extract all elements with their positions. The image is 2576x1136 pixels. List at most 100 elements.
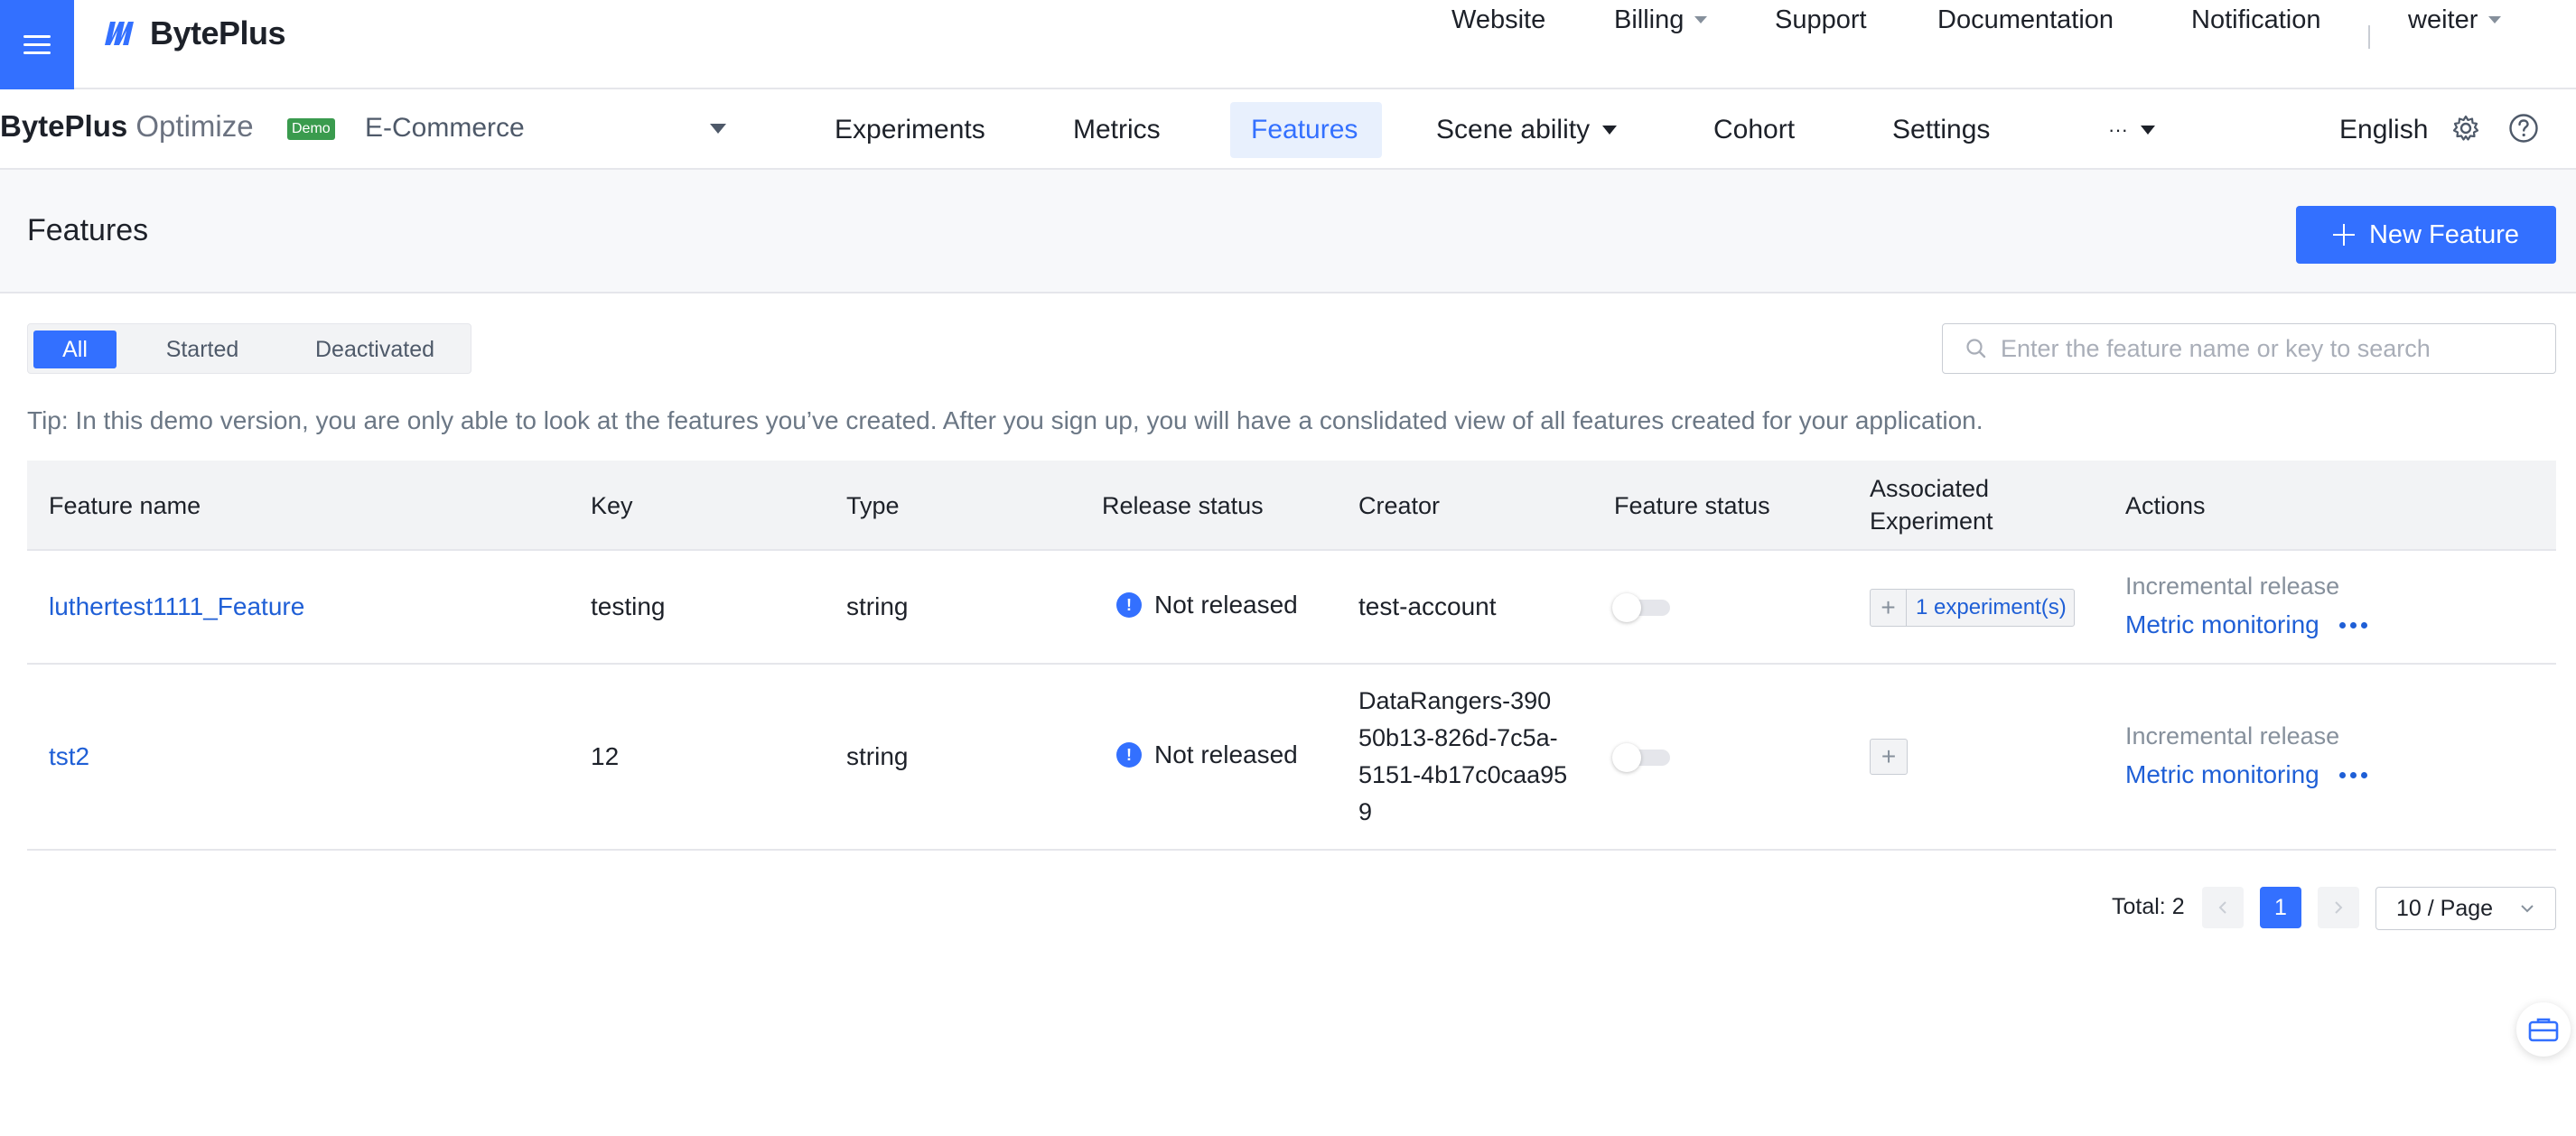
product-name-light: Optimize xyxy=(135,109,254,143)
info-icon: ! xyxy=(1116,742,1142,768)
metric-monitoring-link[interactable]: Metric monitoring xyxy=(2125,760,2319,789)
top-header: BytePlus Website Billing Support Documen… xyxy=(0,0,2576,89)
caret-down-icon xyxy=(1694,16,1708,23)
release-status-label: Not released xyxy=(1154,740,1298,768)
feature-key: testing xyxy=(591,592,666,620)
status-filter: All Started Deactivated xyxy=(27,323,471,374)
nav-notification[interactable]: Notification xyxy=(2191,5,2320,35)
feature-status-toggle[interactable] xyxy=(1612,593,1670,622)
prev-page-button[interactable] xyxy=(2202,887,2244,928)
search-input[interactable] xyxy=(2001,334,2543,363)
plus-icon xyxy=(2332,224,2355,246)
associated-experiment-tag[interactable]: + 1 experiment(s) xyxy=(1870,589,2075,627)
demo-badge: Demo xyxy=(287,118,335,140)
nav-billing-label: Billing xyxy=(1614,5,1685,34)
nav-documentation[interactable]: Documentation xyxy=(1937,5,2114,35)
tab-metrics[interactable]: Metrics xyxy=(1073,89,1161,170)
caret-down-icon xyxy=(2140,125,2155,135)
feature-type: string xyxy=(846,742,909,770)
toggle-knob xyxy=(1612,593,1641,622)
settings-button[interactable] xyxy=(2450,112,2482,144)
tab-metrics-label: Metrics xyxy=(1073,114,1161,144)
help-button[interactable] xyxy=(2507,112,2540,144)
incremental-release-action[interactable]: Incremental release xyxy=(2125,722,2339,750)
new-feature-label: New Feature xyxy=(2368,219,2519,249)
page-number-current[interactable]: 1 xyxy=(2260,887,2301,928)
app-selector-value: E-Commerce xyxy=(365,113,525,143)
nav-billing[interactable]: Billing xyxy=(1614,5,1708,35)
nav-website[interactable]: Website xyxy=(1451,5,1545,35)
brand-logo[interactable]: BytePlus xyxy=(103,14,286,52)
product-name-bold: BytePlus xyxy=(0,109,128,143)
page-size-value: 10 / Page xyxy=(2396,895,2494,921)
filter-deactivated[interactable]: Deactivated xyxy=(285,331,465,368)
nav-documentation-label: Documentation xyxy=(1937,5,2114,34)
menu-button[interactable] xyxy=(0,0,74,89)
col-type: Type xyxy=(846,492,900,519)
search-box xyxy=(1942,323,2556,374)
tab-features-label: Features xyxy=(1251,114,1358,144)
product-name: BytePlus Optimize xyxy=(0,109,254,144)
tab-settings[interactable]: Settings xyxy=(1892,89,1990,170)
more-icon: ··· xyxy=(2108,117,2128,141)
brand-name: BytePlus xyxy=(150,14,286,51)
experiment-count: 1 experiment(s) xyxy=(1916,595,2067,619)
next-page-button[interactable] xyxy=(2318,887,2359,928)
toolbox-icon xyxy=(2528,1018,2559,1042)
nav-notification-label: Notification xyxy=(2191,5,2321,34)
nav-support-label: Support xyxy=(1775,5,1867,34)
nav-support[interactable]: Support xyxy=(1775,5,1867,35)
feature-name-link[interactable]: tst2 xyxy=(49,742,89,771)
chevron-right-icon xyxy=(2335,901,2343,914)
table-row: tst2 12 string ! Not released DataRanger… xyxy=(27,665,2556,851)
more-dots-icon[interactable] xyxy=(2338,771,2367,778)
tab-scene-ability[interactable]: Scene ability xyxy=(1436,89,1618,170)
search-icon xyxy=(1966,339,1986,358)
byteplus-logo-icon xyxy=(105,22,134,45)
hamburger-icon xyxy=(23,34,51,55)
toolbox-float-button[interactable] xyxy=(2516,1002,2571,1057)
help-icon xyxy=(2509,114,2538,143)
creator: test-account xyxy=(1358,592,1497,620)
release-status-label: Not released xyxy=(1154,591,1298,619)
table-row: luthertest1111_Feature testing string ! … xyxy=(27,551,2556,665)
filter-started[interactable]: Started xyxy=(135,331,270,368)
tab-cohort-label: Cohort xyxy=(1713,114,1796,144)
incremental-release-action[interactable]: Incremental release xyxy=(2125,573,2339,601)
release-status: ! Not released xyxy=(1116,591,1298,619)
tab-more[interactable]: ··· xyxy=(2108,89,2155,170)
tab-experiments-label: Experiments xyxy=(835,114,985,144)
toggle-knob xyxy=(1612,743,1641,772)
tab-features[interactable]: Features xyxy=(1251,89,1358,170)
page-size-select[interactable]: 10 / Page xyxy=(2375,887,2556,930)
user-menu[interactable]: weiter xyxy=(2408,5,2502,35)
app-selector[interactable]: E-Commerce xyxy=(365,113,726,144)
nav-divider xyxy=(2368,25,2370,49)
info-icon: ! xyxy=(1116,592,1142,618)
sub-header: BytePlus Optimize Demo E-Commerce Experi… xyxy=(0,89,2576,170)
new-feature-button[interactable]: New Feature xyxy=(2296,206,2556,264)
language-selector[interactable]: English xyxy=(2339,89,2428,170)
feature-name-link[interactable]: luthertest1111_Feature xyxy=(49,592,304,621)
demo-tip: Tip: In this demo version, you are only … xyxy=(27,406,1983,434)
tab-settings-label: Settings xyxy=(1892,114,1991,144)
actions-links: Metric monitoring xyxy=(2125,760,2367,789)
release-status: ! Not released xyxy=(1116,740,1298,769)
table-header: Feature name Key Type Release status Cre… xyxy=(27,461,2556,551)
plus-icon: + xyxy=(1881,742,1897,770)
metric-monitoring-link[interactable]: Metric monitoring xyxy=(2125,610,2319,639)
add-experiment-button[interactable]: + xyxy=(1870,739,1908,775)
gear-icon xyxy=(2452,115,2479,141)
more-dots-icon[interactable] xyxy=(2338,621,2367,629)
filter-all[interactable]: All xyxy=(33,331,117,368)
actions-links: Metric monitoring xyxy=(2125,610,2367,639)
feature-status-toggle[interactable] xyxy=(1612,743,1670,772)
tab-cohort[interactable]: Cohort xyxy=(1713,89,1795,170)
col-actions: Actions xyxy=(2125,492,2206,519)
col-feature-name: Feature name xyxy=(49,492,201,519)
feature-type: string xyxy=(846,592,909,620)
col-feature-status: Feature status xyxy=(1614,492,1770,519)
page-title: Features xyxy=(27,213,149,247)
tab-scene-ability-label: Scene ability xyxy=(1436,114,1591,144)
tab-experiments[interactable]: Experiments xyxy=(835,89,985,170)
